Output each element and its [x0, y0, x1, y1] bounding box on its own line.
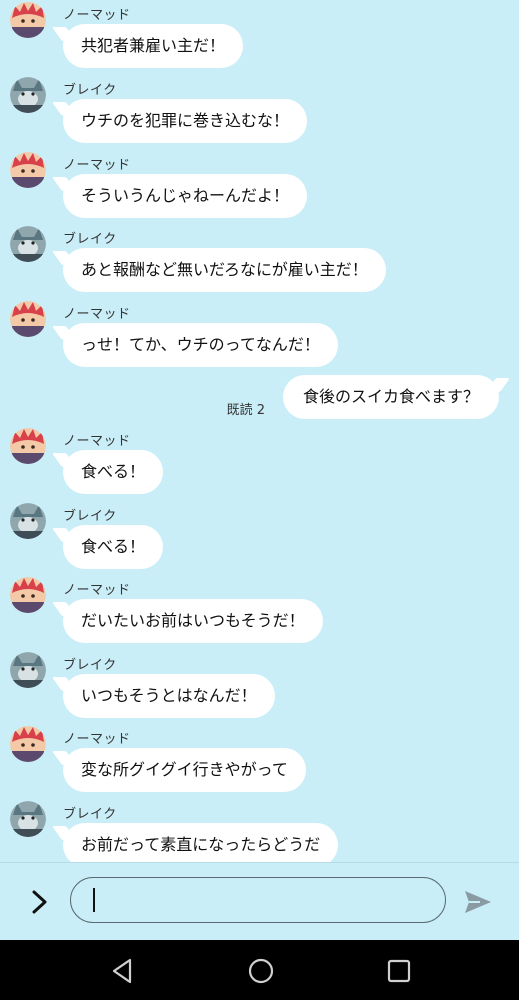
sender-name: ブレイク — [63, 807, 117, 822]
message-row: ノーマッド だいたいお前はいつもそうだ！ — [0, 575, 519, 649]
message-row: ノーマッド そういうんじゃねーんだよ！ — [0, 150, 519, 224]
blake-avatar[interactable] — [10, 77, 46, 113]
message-bubble[interactable]: 変な所グイグイ行きやがって — [63, 748, 306, 792]
chat-area[interactable]: ノーマッド 共犯者兼雇い主だ！ ブレイク ウチのを犯罪に巻き込むな！ ノーマッド… — [0, 0, 519, 862]
text-caret — [93, 888, 95, 912]
nomad-avatar[interactable] — [10, 726, 46, 762]
message-row: ノーマッド っせ！てか、ウチのってなんだ！ — [0, 299, 519, 373]
send-icon[interactable] — [462, 887, 494, 917]
nomad-avatar[interactable] — [10, 428, 46, 464]
nomad-avatar[interactable] — [10, 152, 46, 188]
sender-name: ノーマッド — [63, 8, 131, 23]
message-bubble[interactable]: お前だって素直になったらどうだ — [63, 823, 339, 862]
system-nav-bar — [0, 940, 519, 1000]
blake-avatar[interactable] — [10, 652, 46, 688]
recents-square-icon[interactable] — [384, 956, 414, 986]
message-input-bar — [0, 862, 519, 941]
message-row: ノーマッド 変な所グイグイ行きやがって — [0, 724, 519, 798]
chevron-right-icon[interactable] — [26, 887, 54, 917]
message-bubble[interactable]: そういうんじゃねーんだよ！ — [63, 174, 308, 218]
sender-name: ブレイク — [63, 232, 117, 247]
outgoing-message-row: 既読 2 食後のスイカ食べます？ — [0, 375, 519, 425]
message-row: ノーマッド 食べる！ — [0, 426, 519, 500]
nomad-avatar[interactable] — [10, 2, 46, 38]
sender-name: ブレイク — [63, 83, 117, 98]
message-row: ブレイク ウチのを犯罪に巻き込むな！ — [0, 75, 519, 149]
message-bubble[interactable]: いつもそうとはなんだ！ — [63, 674, 275, 718]
outgoing-message-bubble[interactable]: 食後のスイカ食べます？ — [282, 375, 499, 419]
message-bubble[interactable]: ウチのを犯罪に巻き込むな！ — [63, 99, 308, 143]
message-row: ブレイク いつもそうとはなんだ！ — [0, 650, 519, 724]
message-bubble[interactable]: 共犯者兼雇い主だ！ — [63, 24, 244, 68]
sender-name: ノーマッド — [63, 583, 131, 598]
blake-avatar[interactable] — [10, 503, 46, 539]
sender-name: ノーマッド — [63, 158, 131, 173]
nomad-avatar[interactable] — [10, 301, 46, 337]
read-receipt: 既読 2 — [226, 403, 265, 418]
home-circle-icon[interactable] — [246, 956, 276, 986]
sender-name: ノーマッド — [63, 434, 131, 449]
blake-avatar[interactable] — [10, 226, 46, 262]
back-triangle-icon[interactable] — [108, 956, 138, 986]
message-row: ブレイク お前だって素直になったらどうだ — [0, 799, 519, 862]
nomad-avatar[interactable] — [10, 577, 46, 613]
sender-name: ノーマッド — [63, 307, 131, 322]
message-bubble[interactable]: 食べる！ — [63, 525, 164, 569]
blake-avatar[interactable] — [10, 801, 46, 837]
message-input[interactable] — [70, 877, 446, 923]
message-row: ブレイク 食べる！ — [0, 501, 519, 575]
message-bubble[interactable]: っせ！てか、ウチのってなんだ！ — [63, 323, 338, 367]
sender-name: ノーマッド — [63, 732, 131, 747]
message-row: ノーマッド 共犯者兼雇い主だ！ — [0, 0, 519, 74]
message-row: ブレイク あと報酬など無いだろなにが雇い主だ！ — [0, 224, 519, 298]
message-bubble[interactable]: だいたいお前はいつもそうだ！ — [63, 599, 323, 643]
message-bubble[interactable]: 食べる！ — [63, 450, 164, 494]
sender-name: ブレイク — [63, 658, 117, 673]
message-bubble[interactable]: あと報酬など無いだろなにが雇い主だ！ — [63, 248, 386, 292]
sender-name: ブレイク — [63, 509, 117, 524]
